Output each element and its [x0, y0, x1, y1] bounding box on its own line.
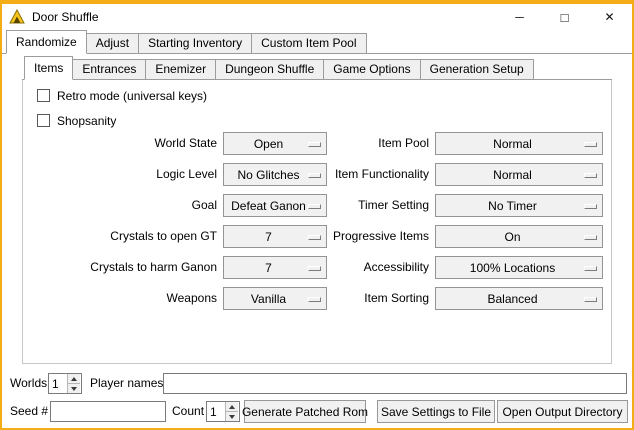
retro-mode-checkbox-row[interactable]: Retro mode (universal keys) [37, 88, 207, 103]
crystals-harm-ganon-dropdown[interactable]: 7 [223, 256, 327, 279]
goal-dropdown[interactable]: Defeat Ganon [223, 194, 327, 217]
count-input[interactable] [207, 402, 225, 421]
item-functionality-value: Normal [493, 168, 532, 182]
crystals-open-gt-label: Crystals to open GT [23, 225, 217, 248]
accessibility-dropdown[interactable]: 100% Locations [435, 256, 603, 279]
crystals-harm-ganon-value: 7 [265, 261, 272, 275]
spinner-arrows [67, 374, 80, 393]
shopsanity-label: Shopsanity [57, 114, 116, 128]
crystals-harm-ganon-label: Crystals to harm Ganon [23, 256, 217, 279]
setting-row: Logic Level No Glitches Item Functionali… [23, 163, 611, 186]
multiworld-row: Worlds Player names [2, 372, 632, 396]
dropdown-indicator-icon [584, 266, 597, 271]
crystals-open-gt-value: 7 [265, 230, 272, 244]
setting-row: Crystals to harm Ganon 7 Accessibility 1… [23, 256, 611, 279]
spin-up-icon[interactable] [68, 374, 80, 384]
tab-game-options[interactable]: Game Options [323, 59, 420, 79]
setting-row: Goal Defeat Ganon Timer Setting No Timer [23, 194, 611, 217]
tab-dungeon-shuffle[interactable]: Dungeon Shuffle [215, 59, 324, 79]
goal-value: Defeat Ganon [231, 199, 306, 213]
window-controls: ─ □ ✕ [497, 4, 632, 30]
dropdown-indicator-icon [584, 235, 597, 240]
weapons-value: Vanilla [251, 292, 286, 306]
tab-randomize[interactable]: Randomize [6, 30, 87, 54]
randomize-tabbar: Items Entrances Enemizer Dungeon Shuffle… [22, 56, 612, 80]
spin-up-icon[interactable] [226, 402, 238, 412]
titlebar: Door Shuffle ─ □ ✕ [2, 4, 632, 30]
worlds-label: Worlds [10, 372, 47, 395]
tab-starting-inventory[interactable]: Starting Inventory [138, 33, 252, 53]
main-tabbar: Randomize Adjust Starting Inventory Cust… [2, 30, 632, 54]
setting-row: Weapons Vanilla Item Sorting Balanced [23, 287, 611, 310]
retro-mode-checkbox[interactable] [37, 89, 50, 102]
dropdown-indicator-icon [584, 297, 597, 302]
tab-adjust[interactable]: Adjust [86, 33, 139, 53]
progressive-items-value: On [504, 230, 520, 244]
logic-level-value: No Glitches [237, 168, 299, 182]
door-shuffle-window: Door Shuffle ─ □ ✕ Randomize Adjust Star… [0, 0, 634, 430]
item-pool-dropdown[interactable]: Normal [435, 132, 603, 155]
accessibility-label: Accessibility [319, 256, 429, 279]
shopsanity-checkbox[interactable] [37, 114, 50, 127]
worlds-spinner[interactable] [48, 373, 82, 394]
setting-row: Crystals to open GT 7 Progressive Items … [23, 225, 611, 248]
open-output-directory-button[interactable]: Open Output Directory [497, 400, 628, 423]
world-state-dropdown[interactable]: Open [223, 132, 327, 155]
item-sorting-dropdown[interactable]: Balanced [435, 287, 603, 310]
player-names-input[interactable] [163, 373, 627, 394]
progressive-items-label: Progressive Items [319, 225, 429, 248]
app-icon [9, 9, 25, 25]
minimize-icon[interactable]: ─ [497, 4, 542, 30]
spin-down-icon[interactable] [68, 384, 80, 393]
logic-level-dropdown[interactable]: No Glitches [223, 163, 327, 186]
tab-generation-setup[interactable]: Generation Setup [420, 59, 534, 79]
tab-entrances[interactable]: Entrances [72, 59, 146, 79]
window-title: Door Shuffle [32, 10, 99, 24]
item-pool-label: Item Pool [319, 132, 429, 155]
weapons-label: Weapons [23, 287, 217, 310]
world-state-value: Open [254, 137, 283, 151]
item-pool-value: Normal [493, 137, 532, 151]
crystals-open-gt-dropdown[interactable]: 7 [223, 225, 327, 248]
items-tab-panel: Retro mode (universal keys) Shopsanity W… [22, 80, 612, 364]
timer-setting-dropdown[interactable]: No Timer [435, 194, 603, 217]
worlds-input[interactable] [49, 374, 67, 393]
progressive-items-dropdown[interactable]: On [435, 225, 603, 248]
setting-row: World State Open Item Pool Normal [23, 132, 611, 155]
retro-mode-label: Retro mode (universal keys) [57, 89, 207, 103]
dropdown-indicator-icon [584, 173, 597, 178]
spin-down-icon[interactable] [226, 412, 238, 421]
item-sorting-label: Item Sorting [319, 287, 429, 310]
tab-enemizer[interactable]: Enemizer [145, 59, 216, 79]
shopsanity-checkbox-row[interactable]: Shopsanity [37, 113, 116, 128]
weapons-dropdown[interactable]: Vanilla [223, 287, 327, 310]
maximize-icon[interactable]: □ [542, 4, 587, 30]
generation-row: Seed # Count Generate Patched Rom Save S… [2, 400, 632, 424]
seed-input[interactable] [50, 401, 166, 422]
item-functionality-label: Item Functionality [319, 163, 429, 186]
goal-label: Goal [23, 194, 217, 217]
item-sorting-value: Balanced [487, 292, 537, 306]
timer-setting-value: No Timer [488, 199, 537, 213]
spinner-arrows [225, 402, 238, 421]
generate-patched-rom-button[interactable]: Generate Patched Rom [244, 400, 366, 423]
world-state-label: World State [23, 132, 217, 155]
tab-items[interactable]: Items [24, 56, 73, 80]
accessibility-value: 100% Locations [470, 261, 555, 275]
seed-label: Seed # [10, 400, 48, 423]
item-functionality-dropdown[interactable]: Normal [435, 163, 603, 186]
logic-level-label: Logic Level [23, 163, 217, 186]
player-names-label: Player names [90, 372, 163, 395]
dropdown-indicator-icon [584, 142, 597, 147]
save-settings-button[interactable]: Save Settings to File [377, 400, 495, 423]
timer-setting-label: Timer Setting [319, 194, 429, 217]
dropdown-indicator-icon [584, 204, 597, 209]
count-label: Count [172, 400, 204, 423]
tab-custom-item-pool[interactable]: Custom Item Pool [251, 33, 366, 53]
close-icon[interactable]: ✕ [587, 4, 632, 30]
count-spinner[interactable] [206, 401, 240, 422]
